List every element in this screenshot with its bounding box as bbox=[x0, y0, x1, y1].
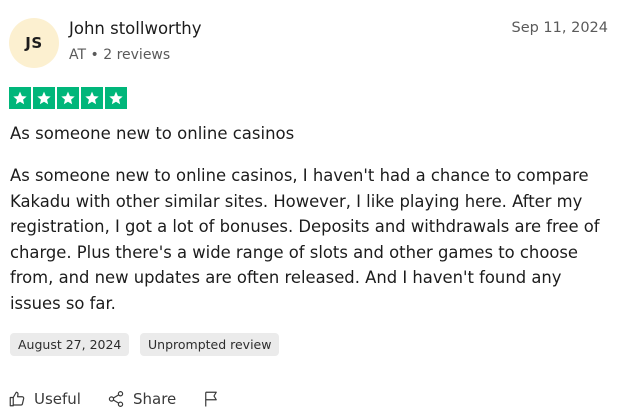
review-date: Sep 11, 2024 bbox=[511, 20, 608, 36]
reviewer-review-count: 2 reviews bbox=[103, 47, 171, 63]
experience-date-badge: August 27, 2024 bbox=[10, 333, 130, 356]
reviewer-meta: AT • 2 reviews bbox=[69, 47, 170, 63]
report-button[interactable] bbox=[202, 390, 220, 408]
useful-label: Useful bbox=[34, 390, 81, 408]
star-icon bbox=[9, 87, 31, 109]
review-type-badge[interactable]: Unprompted review bbox=[140, 333, 280, 356]
star-rating bbox=[9, 87, 127, 109]
avatar[interactable]: JS bbox=[9, 18, 59, 68]
share-icon bbox=[107, 390, 125, 408]
star-icon bbox=[105, 87, 127, 109]
reviewer-name[interactable]: John stollworthy bbox=[69, 19, 202, 38]
star-icon bbox=[33, 87, 55, 109]
star-icon bbox=[81, 87, 103, 109]
share-button[interactable]: Share bbox=[107, 390, 176, 408]
meta-separator: • bbox=[90, 47, 99, 63]
reviewer-country: AT bbox=[69, 47, 87, 63]
review-title[interactable]: As someone new to online casinos bbox=[10, 124, 294, 143]
flag-icon bbox=[202, 390, 220, 408]
star-icon bbox=[57, 87, 79, 109]
thumbs-up-icon bbox=[8, 390, 26, 408]
review-body: As someone new to online casinos, I have… bbox=[10, 166, 600, 313]
useful-button[interactable]: Useful bbox=[8, 390, 81, 408]
avatar-initials: JS bbox=[25, 34, 43, 52]
share-label: Share bbox=[133, 390, 177, 408]
